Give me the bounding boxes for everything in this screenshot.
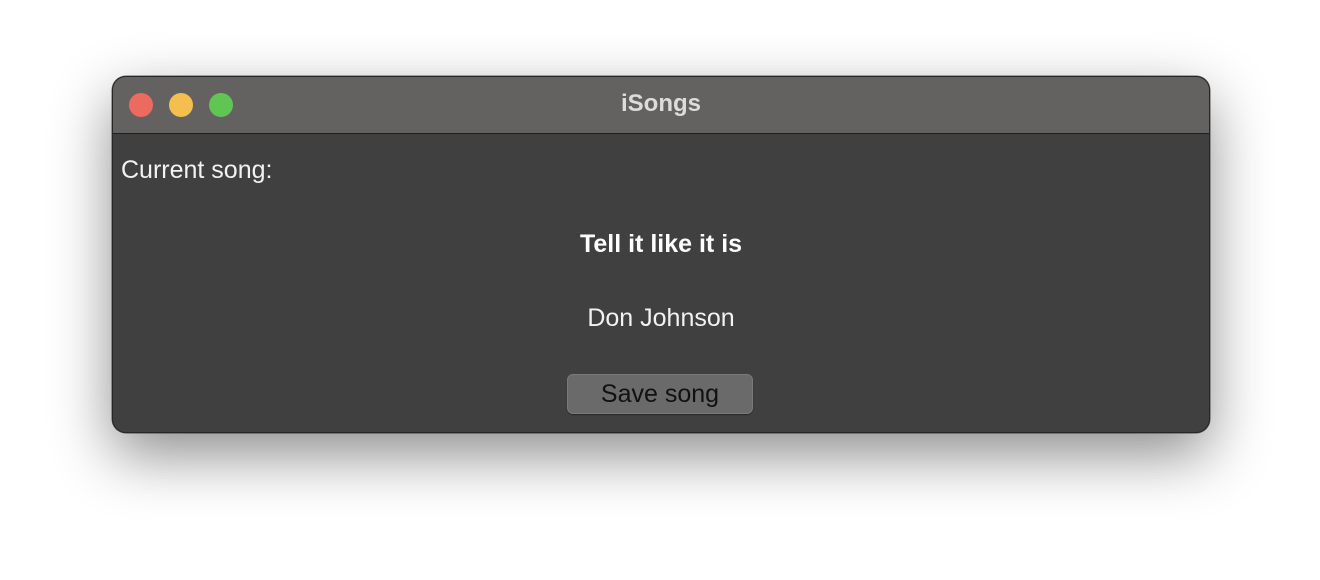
- current-song-label: Current song:: [121, 156, 273, 184]
- song-title: Tell it like it is: [579, 230, 743, 258]
- save-song-button[interactable]: Save song: [567, 374, 753, 414]
- app-window: iSongs Current song: Tell it like it is …: [112, 76, 1210, 433]
- song-artist: Don Johnson: [587, 304, 735, 332]
- window-title: iSongs: [620, 90, 701, 117]
- title-bar[interactable]: iSongs: [113, 77, 1209, 134]
- content-panel: Current song: Tell it like it is Don Joh…: [113, 134, 1209, 432]
